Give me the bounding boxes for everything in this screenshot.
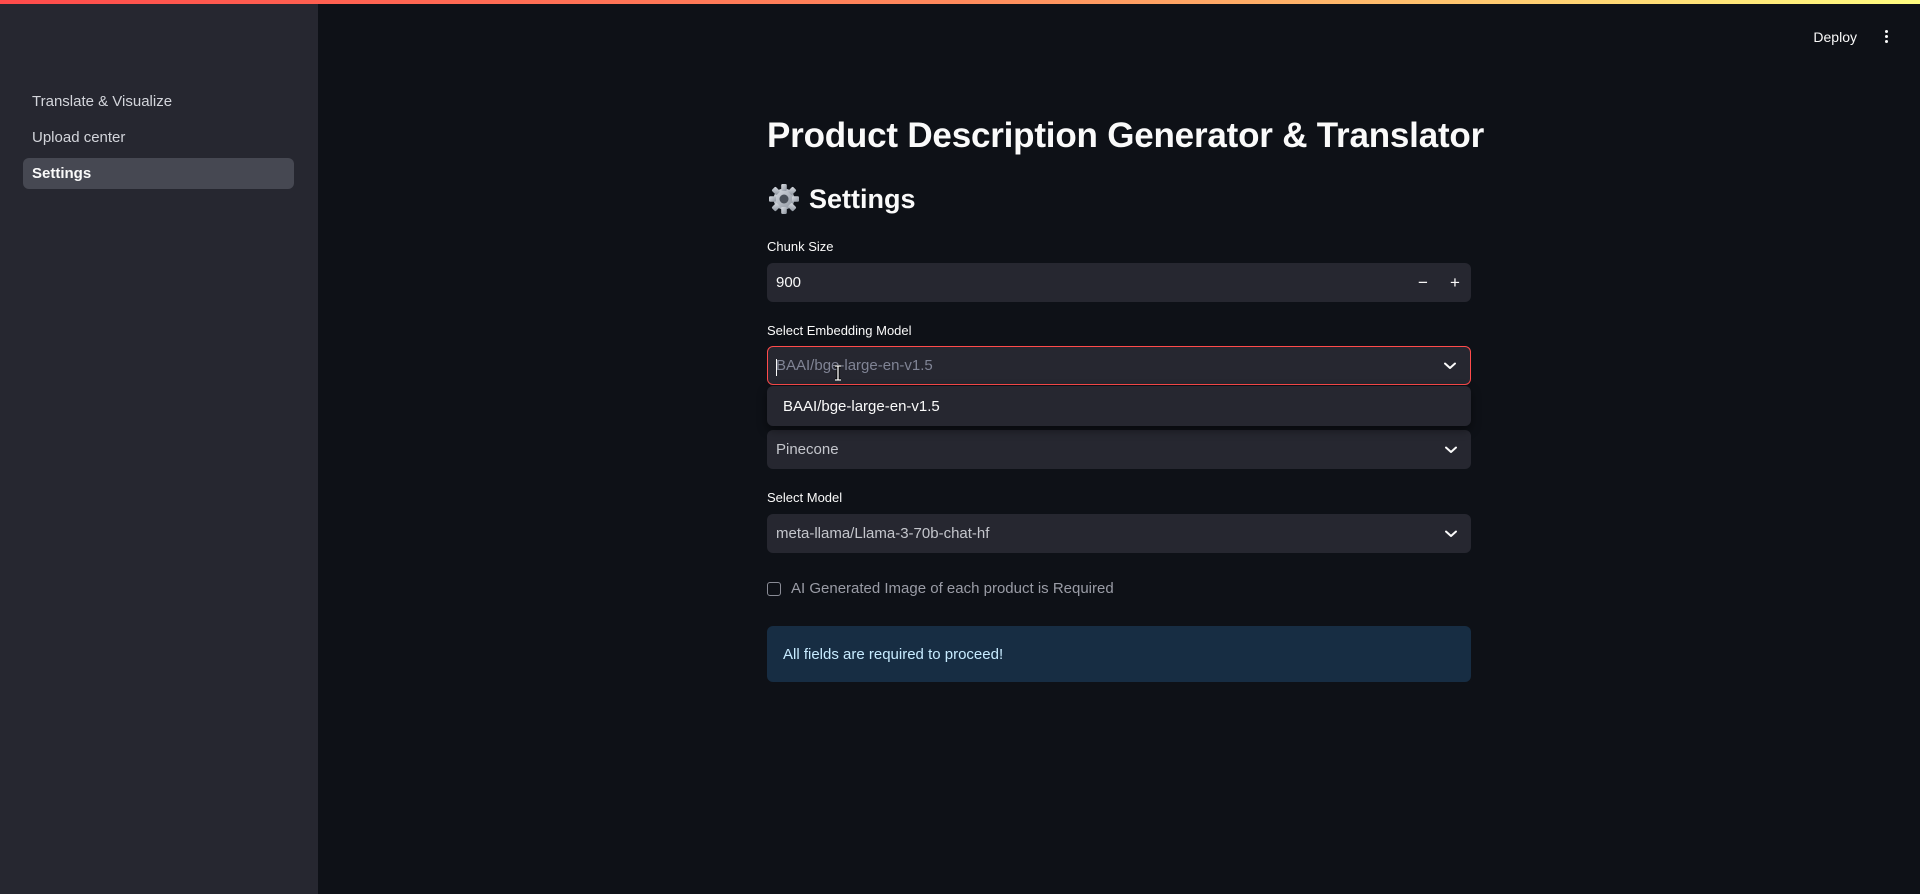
sidebar-item-label: Upload center — [32, 129, 126, 146]
ai-image-checkbox-row: AI Generated Image of each product is Re… — [767, 580, 1114, 597]
section-title: Settings — [767, 182, 916, 216]
model-select[interactable]: meta-llama/Llama-3-70b-chat-hf — [767, 514, 1471, 553]
text-cursor-icon — [835, 365, 841, 381]
vector-store-value: Pinecone — [776, 441, 839, 458]
sidebar-nav: Translate & Visualize Upload center Sett… — [23, 86, 294, 194]
info-alert: All fields are required to proceed! — [767, 626, 1471, 682]
embedding-model-dropdown: BAAI/bge-large-en-v1.5 — [767, 386, 1471, 426]
dropdown-option[interactable]: BAAI/bge-large-en-v1.5 — [767, 398, 940, 415]
chunk-size-label: Chunk Size — [767, 239, 834, 254]
decrement-button[interactable]: − — [1407, 263, 1439, 302]
sidebar-item-translate-visualize[interactable]: Translate & Visualize — [23, 86, 294, 117]
page-title: Product Description Generator & Translat… — [767, 116, 1485, 155]
header-actions: Deploy — [1813, 26, 1890, 47]
embedding-model-select[interactable]: BAAI/bge-large-en-v1.5 — [767, 346, 1471, 385]
chevron-down-icon[interactable] — [1431, 430, 1471, 469]
ai-image-checkbox-label[interactable]: AI Generated Image of each product is Re… — [791, 580, 1114, 597]
embedding-model-input[interactable]: BAAI/bge-large-en-v1.5 — [768, 357, 1430, 376]
section-title-text: Settings — [809, 183, 916, 214]
increment-button[interactable]: + — [1439, 263, 1471, 302]
sidebar-item-label: Translate & Visualize — [32, 93, 173, 110]
sidebar-item-settings[interactable]: Settings — [23, 158, 294, 189]
chunk-size-stepper: 900 − + — [767, 263, 1471, 302]
gear-icon — [769, 184, 799, 214]
ai-image-checkbox[interactable] — [767, 581, 781, 596]
embedding-model-label: Select Embedding Model — [767, 323, 912, 338]
deploy-button[interactable]: Deploy — [1813, 29, 1857, 45]
top-decoration-bar — [0, 0, 1920, 4]
vector-store-select[interactable]: Pinecone — [767, 430, 1471, 469]
info-alert-text: All fields are required to proceed! — [783, 645, 1004, 663]
kebab-menu-icon[interactable] — [1883, 26, 1890, 47]
model-value: meta-llama/Llama-3-70b-chat-hf — [776, 525, 990, 542]
chevron-down-icon[interactable] — [1430, 347, 1470, 384]
sidebar: Translate & Visualize Upload center Sett… — [0, 0, 318, 894]
sidebar-item-label: Settings — [32, 165, 92, 182]
chunk-size-input[interactable]: 900 — [767, 274, 1407, 291]
sidebar-item-upload-center[interactable]: Upload center — [23, 122, 294, 153]
chevron-down-icon[interactable] — [1431, 514, 1471, 553]
model-label: Select Model — [767, 490, 843, 505]
